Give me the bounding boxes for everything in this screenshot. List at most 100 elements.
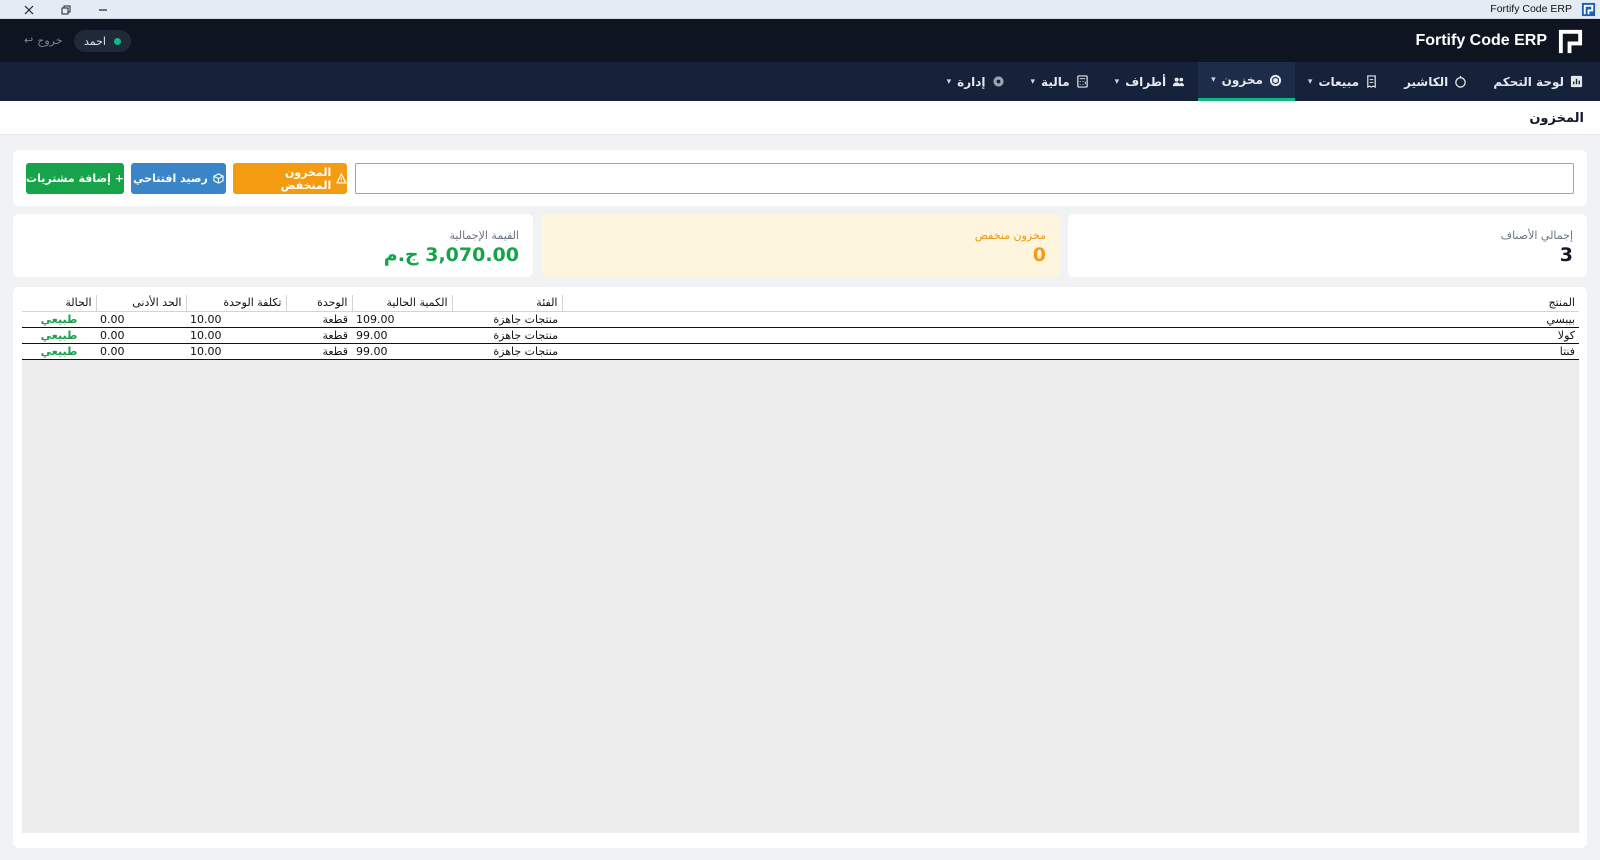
nav-item-dashboard[interactable]: لوحة التحكم: [1480, 62, 1596, 101]
minimize-icon[interactable]: [84, 0, 121, 19]
stat-card-total-items: إجمالي الأصناف 3: [1068, 214, 1587, 277]
cell-qty: 99.00: [352, 327, 452, 344]
cell-min: 0.00: [96, 343, 186, 360]
box-icon: [213, 173, 224, 184]
nav-item-label: مالية: [1041, 74, 1070, 89]
chevron-down-icon: ▾: [946, 76, 952, 87]
nav-item-label: مبيعات: [1318, 74, 1360, 89]
cell-min: 0.00: [96, 327, 186, 344]
window-title: Fortify Code ERP: [1490, 3, 1572, 15]
cell-status: طبيعي: [22, 311, 96, 328]
restore-icon[interactable]: [47, 0, 84, 19]
brand[interactable]: Fortify Code ERP: [1415, 26, 1584, 56]
box-icon: [1269, 74, 1282, 87]
add-purchases-label: + إضافة مشتريات: [26, 172, 124, 185]
nav-item-gear[interactable]: إدارة ▾: [934, 62, 1018, 101]
cell-unit: قطعة: [286, 343, 352, 360]
table-row[interactable]: بيبسي منتجات جاهزة 109.00 قطعة 10.00 0.00 طبيع…: [22, 311, 1579, 328]
nav-item-calculator[interactable]: مالية ▾: [1018, 62, 1102, 101]
nav-item-label: أطراف: [1125, 74, 1167, 89]
inventory-toolbar: المخزون المنخفض رصيد افتتاحي + إضافة مشت…: [13, 150, 1587, 206]
column-header-unit-cost[interactable]: تكلفة الوحدة: [185, 295, 286, 312]
nav-item-box[interactable]: مخزون ▾: [1198, 62, 1295, 101]
user-name: احمد: [84, 34, 106, 48]
cell-cost: 10.00: [186, 343, 286, 360]
cashier-icon: [1454, 75, 1467, 88]
column-header-unit[interactable]: الوحدة: [285, 295, 352, 312]
stat-value: 0: [1032, 244, 1046, 266]
chevron-down-icon: ▾: [1030, 76, 1036, 87]
gear-icon: [992, 75, 1005, 88]
chevron-down-icon: ▾: [1211, 75, 1216, 85]
cell-min: 0.00: [96, 311, 186, 328]
cell-cost: 10.00: [186, 311, 286, 328]
cell-category: منتجات جاهزة: [452, 343, 562, 360]
close-icon[interactable]: [10, 0, 47, 19]
table-header-row: المنتج الفئة الكمية الحالية الوحدة تكلفة…: [22, 295, 1579, 312]
stat-label: إجمالي الأصناف: [1500, 229, 1573, 242]
opening-balance-button[interactable]: رصيد افتتاحي: [131, 163, 226, 194]
stat-card-low-stock: مخزون منخفض 0: [541, 214, 1060, 277]
table-area: المنتج الفئة الكمية الحالية الوحدة تكلفة…: [22, 295, 1579, 833]
dashboard-icon: [1570, 75, 1583, 88]
user-badge[interactable]: احمد: [74, 30, 131, 52]
stat-value: 3,070.00 ج.م: [383, 244, 519, 266]
stat-label: القيمة الإجمالية: [449, 229, 519, 242]
nav-item-label: إدارة: [957, 74, 986, 89]
nav-item-label: الكاشير: [1404, 74, 1449, 89]
column-header-product[interactable]: المنتج: [561, 295, 1579, 312]
people-icon: [1172, 75, 1185, 88]
page-header: المخزون: [0, 101, 1600, 135]
nav-item-receipt[interactable]: مبيعات ▾: [1295, 62, 1391, 101]
chevron-down-icon: ▾: [1307, 76, 1313, 87]
logout-button[interactable]: ↩ خروج: [24, 34, 63, 47]
inventory-table-card: المنتج الفئة الكمية الحالية الوحدة تكلفة…: [13, 287, 1587, 848]
cell-product: كولا: [562, 327, 1579, 344]
cell-unit: قطعة: [286, 311, 352, 328]
calculator-icon: [1076, 75, 1089, 88]
opening-balance-label: رصيد افتتاحي: [133, 172, 208, 185]
logout-label: خروج: [37, 34, 63, 47]
brand-logo-icon: [1558, 29, 1583, 53]
column-header-quantity[interactable]: الكمية الحالية: [351, 295, 452, 312]
brand-name: Fortify Code ERP: [1415, 32, 1547, 49]
chevron-down-icon: ▾: [1114, 76, 1120, 87]
cell-category: منتجات جاهزة: [452, 327, 562, 344]
table-row[interactable]: كولا منتجات جاهزة 99.00 قطعة 10.00 0.00 طبيعي: [22, 327, 1579, 344]
cell-cost: 10.00: [186, 327, 286, 344]
nav-items: لوحة التحكم الكاشير مبيعات ▾ مخزون ▾ أطراف ▾ مال…: [934, 62, 1596, 101]
main-nav: لوحة التحكم الكاشير مبيعات ▾ مخزون ▾ أطراف ▾ مال…: [0, 62, 1600, 101]
add-purchases-button[interactable]: + إضافة مشتريات: [26, 163, 124, 194]
stat-card-total-value: القيمة الإجمالية 3,070.00 ج.م: [13, 214, 533, 277]
stat-value: 3: [1559, 244, 1573, 266]
inventory-table: المنتج الفئة الكمية الحالية الوحدة تكلفة…: [22, 295, 1579, 360]
nav-item-label: لوحة التحكم: [1493, 74, 1564, 89]
cell-qty: 99.00: [352, 343, 452, 360]
cell-qty: 109.00: [352, 311, 452, 328]
cell-status: طبيعي: [22, 343, 96, 360]
warning-icon: [336, 173, 347, 184]
table-row[interactable]: فنتا منتجات جاهزة 99.00 قطعة 10.00 0.00 طبيعي: [22, 343, 1579, 360]
logout-arrow-icon: ↩: [24, 34, 34, 47]
cell-product: بيبسي: [562, 311, 1579, 328]
nav-item-cashier[interactable]: الكاشير: [1391, 62, 1480, 101]
page-title: المخزون: [1529, 111, 1584, 126]
cell-status: طبيعي: [22, 327, 96, 344]
column-header-category[interactable]: الفئة: [451, 295, 562, 312]
cell-product: فنتا: [562, 343, 1579, 360]
cell-category: منتجات جاهزة: [452, 311, 562, 328]
receipt-icon: [1365, 75, 1378, 88]
nav-item-label: مخزون: [1221, 73, 1263, 87]
app-logo-icon: [1581, 2, 1596, 17]
low-stock-button[interactable]: المخزون المنخفض: [233, 163, 347, 194]
app-header: Fortify Code ERP احمد ↩ خروج: [0, 19, 1600, 62]
column-header-status[interactable]: الحالة: [22, 295, 96, 312]
nav-item-people[interactable]: أطراف ▾: [1102, 62, 1198, 101]
online-status-icon: [114, 37, 121, 45]
column-header-minimum[interactable]: الحد الأدنى: [95, 295, 186, 312]
window-controls: [10, 0, 121, 19]
cell-unit: قطعة: [286, 327, 352, 344]
window-titlebar: Fortify Code ERP: [0, 0, 1600, 19]
stat-label: مخزون منخفض: [974, 229, 1046, 242]
search-input[interactable]: [355, 163, 1574, 194]
